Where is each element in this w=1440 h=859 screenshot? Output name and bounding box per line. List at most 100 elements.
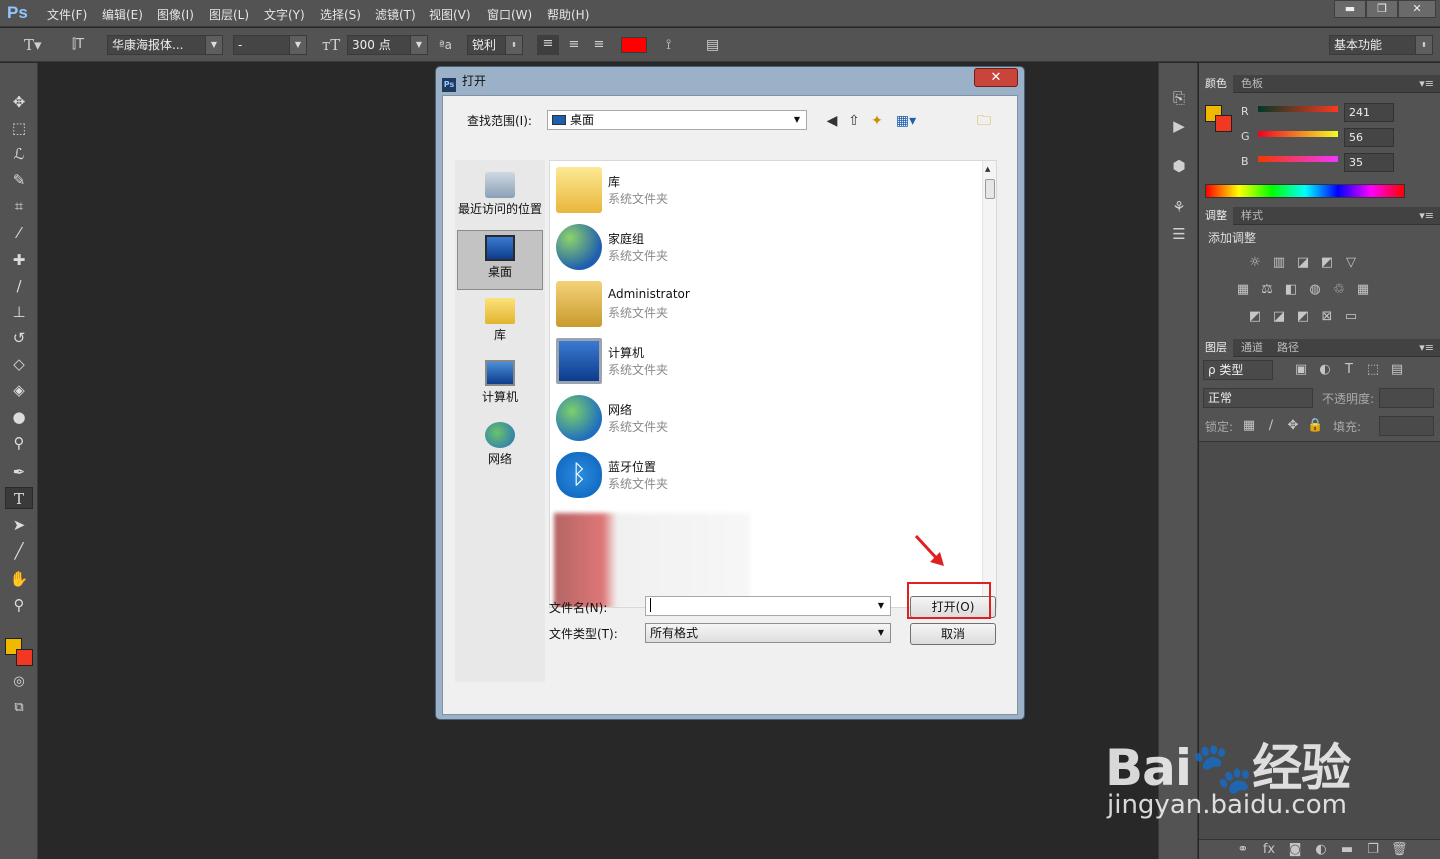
color-lookup-icon[interactable]: ▦ <box>1355 283 1371 297</box>
warp-text-icon[interactable]: ⟟ <box>666 36 671 54</box>
tab-layers[interactable]: 图层 <box>1199 339 1233 357</box>
threshold-icon[interactable]: ◩ <box>1295 310 1311 324</box>
levels-icon[interactable]: ▥ <box>1271 256 1287 270</box>
zoom-tool-icon[interactable]: ⚲ <box>5 594 33 616</box>
color-balance-icon[interactable]: ⚖ <box>1259 283 1275 297</box>
list-item[interactable]: Administrator 系统文件夹 <box>554 277 854 331</box>
new-folder-icon[interactable]: ✦ <box>868 112 886 130</box>
hue-saturation-icon[interactable]: ▦ <box>1235 283 1251 297</box>
brightness-icon[interactable]: ☼ <box>1247 256 1263 270</box>
b-slider[interactable] <box>1258 156 1338 162</box>
font-style-select[interactable]: - ▼ <box>233 35 307 55</box>
menu-type[interactable]: 文字(Y) <box>264 6 305 23</box>
filetype-select[interactable]: 所有格式 ▼ <box>645 623 891 643</box>
eyedropper-tool-icon[interactable]: ⁄ <box>5 222 33 244</box>
g-value-field[interactable]: 56 <box>1344 128 1394 147</box>
brush-presets-icon[interactable]: ☰ <box>1168 223 1190 245</box>
new-layer-icon[interactable]: ❐ <box>1365 843 1381 857</box>
menu-view[interactable]: 视图(V) <box>429 6 471 23</box>
path-select-tool-icon[interactable]: ➤ <box>5 514 33 536</box>
posterize-icon[interactable]: ◪ <box>1271 310 1287 324</box>
b-value-field[interactable]: 35 <box>1344 153 1394 172</box>
background-color-swatch[interactable] <box>1215 115 1232 132</box>
blur-tool-icon[interactable]: ● <box>5 406 33 428</box>
list-item[interactable]: ᛒ 蓝牙位置 系统文件夹 <box>554 448 854 502</box>
brush-tool-icon[interactable]: ∕ <box>5 275 33 297</box>
workspace-select[interactable]: 基本功能 ⬍ <box>1329 35 1433 55</box>
color-ramp[interactable] <box>1205 184 1405 198</box>
cancel-button[interactable]: 取消 <box>910 623 996 645</box>
3d-panel-icon[interactable]: ⬢ <box>1168 155 1190 177</box>
screen-mode-icon[interactable]: ⧉ <box>5 697 33 719</box>
menu-filter[interactable]: 滤镜(T) <box>375 6 416 23</box>
tab-paths[interactable]: 路径 <box>1271 339 1305 357</box>
antialias-select[interactable]: 锐利 ⬍ <box>467 35 523 55</box>
minimize-button[interactable]: ▬ <box>1334 0 1366 18</box>
marquee-tool-icon[interactable]: ⬚ <box>5 117 33 139</box>
fill-field[interactable] <box>1379 416 1434 436</box>
lock-image-icon[interactable]: ∕ <box>1263 419 1279 433</box>
opacity-field[interactable] <box>1379 388 1434 408</box>
menu-help[interactable]: 帮助(H) <box>547 6 589 23</box>
place-recent[interactable]: 最近访问的位置 <box>457 168 543 224</box>
place-libraries[interactable]: 库 <box>457 294 543 352</box>
adjust-filter-icon[interactable]: ◐ <box>1317 363 1333 377</box>
fx-icon[interactable]: fx <box>1261 843 1277 857</box>
add-mask-icon[interactable]: ◙ <box>1287 843 1303 857</box>
photo-filter-icon[interactable]: ◍ <box>1307 283 1323 297</box>
text-tool-icon[interactable]: T▾ <box>24 36 42 54</box>
list-item[interactable]: 网络 系统文件夹 <box>554 391 854 445</box>
scroll-thumb[interactable] <box>985 179 995 199</box>
type-filter-icon[interactable]: T <box>1341 363 1357 377</box>
file-list-scrollbar[interactable]: ▲ ▼ <box>982 161 996 607</box>
align-center-icon[interactable]: ≡ <box>563 36 585 54</box>
shape-filter-icon[interactable]: ⬚ <box>1365 363 1381 377</box>
place-desktop[interactable]: 桌面 <box>457 230 543 290</box>
text-orientation-icon[interactable]: ⫿T <box>72 36 84 54</box>
selective-color-icon[interactable]: ⊠ <box>1319 310 1335 324</box>
g-slider[interactable] <box>1258 131 1338 137</box>
restore-button[interactable]: ❐ <box>1366 0 1398 18</box>
channel-mixer-icon[interactable]: ♲ <box>1331 283 1347 297</box>
list-item[interactable]: 家庭组 系统文件夹 <box>554 220 854 274</box>
black-white-icon[interactable]: ◧ <box>1283 283 1299 297</box>
app-close-button[interactable]: ✕ <box>1398 0 1436 18</box>
quick-mask-icon[interactable]: ◎ <box>5 671 33 693</box>
view-menu-icon[interactable]: ▦▾ <box>892 112 920 130</box>
layer-filter-select[interactable]: ρ 类型 <box>1203 360 1273 380</box>
history-panel-icon[interactable]: ⎘ <box>1168 87 1190 109</box>
panel-menu-icon[interactable]: ▾≡ <box>1419 339 1434 357</box>
tab-styles[interactable]: 样式 <box>1235 207 1269 225</box>
list-item[interactable]: 计算机 系统文件夹 <box>554 334 854 388</box>
pen-tool-icon[interactable]: ✒ <box>5 461 33 483</box>
character-panel-icon[interactable]: ▤ <box>706 36 719 54</box>
vibrance-icon[interactable]: ▽ <box>1343 256 1359 270</box>
hand-tool-icon[interactable]: ✋ <box>5 568 33 590</box>
quick-select-tool-icon[interactable]: ✎ <box>5 169 33 191</box>
eraser-tool-icon[interactable]: ◇ <box>5 353 33 375</box>
exposure-icon[interactable]: ◩ <box>1319 256 1335 270</box>
folder-icon[interactable]: 🗀 <box>975 112 993 130</box>
gradient-map-icon[interactable]: ▭ <box>1343 310 1359 324</box>
scroll-up-icon[interactable]: ▲ <box>985 165 990 173</box>
invert-icon[interactable]: ◩ <box>1247 310 1263 324</box>
menu-file[interactable]: 文件(F) <box>47 6 87 23</box>
font-family-select[interactable]: 华康海报体... ▼ <box>107 35 223 55</box>
lock-transparent-icon[interactable]: ▦ <box>1241 419 1257 433</box>
font-size-select[interactable]: 300 点 ▼ <box>347 35 428 55</box>
smart-filter-icon[interactable]: ▤ <box>1389 363 1405 377</box>
new-adjustment-icon[interactable]: ◐ <box>1313 843 1329 857</box>
actions-panel-icon[interactable]: ▶ <box>1168 115 1190 137</box>
menu-select[interactable]: 选择(S) <box>320 6 361 23</box>
look-in-select[interactable]: 桌面 ▼ <box>547 110 807 130</box>
panel-menu-icon[interactable]: ▾≡ <box>1419 207 1434 225</box>
dodge-tool-icon[interactable]: ⚲ <box>5 432 33 454</box>
pixel-filter-icon[interactable]: ▣ <box>1293 363 1309 377</box>
up-folder-icon[interactable]: ⇧ <box>845 112 863 130</box>
curves-icon[interactable]: ◪ <box>1295 256 1311 270</box>
delete-layer-icon[interactable]: 🗑 <box>1391 843 1408 857</box>
text-color-swatch[interactable] <box>621 37 647 53</box>
tab-swatches[interactable]: 色板 <box>1235 75 1269 93</box>
history-brush-tool-icon[interactable]: ↺ <box>5 327 33 349</box>
filename-input[interactable]: ▼ <box>645 596 891 616</box>
